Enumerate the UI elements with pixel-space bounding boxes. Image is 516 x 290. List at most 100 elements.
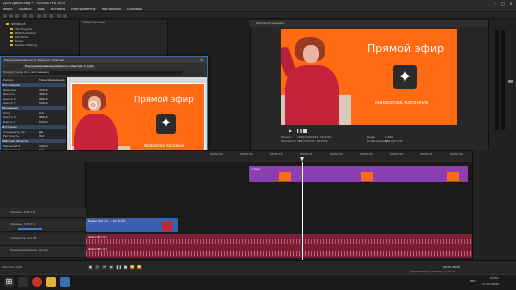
cut-icon[interactable] xyxy=(37,14,41,18)
menu-file[interactable]: Файл xyxy=(3,8,12,11)
prop-value[interactable]: Нет xyxy=(39,134,45,138)
section-header[interactable]: Рабочая область xyxy=(2,139,66,143)
pan-crop-title: Панорамирование и обрезка событий xyxy=(4,58,64,62)
redo-icon[interactable] xyxy=(63,14,67,18)
prop-value[interactable]: 720,0 xyxy=(39,88,48,92)
preview-info: Проект: 1920x1080x32, 29,970р Просмотр: … xyxy=(281,132,457,144)
mode-value[interactable]: Трансформация xyxy=(39,78,64,82)
clock-time: 14:57 xyxy=(490,277,499,280)
clip-thumbnail xyxy=(361,172,373,181)
new-project-icon[interactable] xyxy=(3,14,7,18)
folder-icon xyxy=(10,39,13,43)
maximize-icon[interactable]: □ xyxy=(500,1,506,6)
loop-icon[interactable]: ↻ xyxy=(95,265,100,270)
ruler-tick: 00:00:25 xyxy=(360,153,373,156)
language-indicator[interactable]: РУС xyxy=(470,280,476,283)
track-level: Уровень: 100,0 % xyxy=(10,211,36,214)
prop-value[interactable]: 960,0 xyxy=(39,115,48,119)
play-from-start-icon[interactable]: ⏮ xyxy=(102,265,107,270)
menu-options[interactable]: Настройки xyxy=(102,8,121,11)
vegas-icon[interactable] xyxy=(60,277,70,287)
track-pan: Панорамирование: Центр xyxy=(10,249,48,252)
prop-value[interactable]: 405,0 xyxy=(39,92,48,96)
record-icon[interactable]: ● xyxy=(88,265,93,270)
close-icon[interactable]: ✕ xyxy=(200,58,203,62)
track-header-audio[interactable]: Громкость: 0,0 dB xyxy=(0,234,86,246)
preview-video-frame[interactable]: Прямой эфир ✦ Nadezhda Koroleva xyxy=(281,29,457,125)
menu-help[interactable]: Справка xyxy=(127,8,142,11)
preview-sidebar xyxy=(258,28,278,125)
folder-icon xyxy=(10,35,13,39)
menu-insert[interactable]: Вставка xyxy=(51,8,65,11)
star-logo: ✦ xyxy=(156,114,176,134)
preset-dropdown[interactable]: (по умолчанию) xyxy=(23,70,183,75)
properties-icon[interactable] xyxy=(29,14,33,18)
section-header[interactable]: Вращение xyxy=(2,106,66,110)
search-icon[interactable] xyxy=(18,277,28,287)
prop-value[interactable]: 100,0 xyxy=(39,144,48,148)
transport-time: 00:00:48;26 xyxy=(443,266,461,269)
menu-view[interactable]: Вид xyxy=(38,8,45,11)
prop-row: Масштаб X 100,0 xyxy=(3,144,65,148)
minimize-icon[interactable]: – xyxy=(492,1,498,6)
prop-label: Масштаб X xyxy=(3,143,21,148)
menu-edit[interactable]: Правка xyxy=(19,8,32,11)
ruler-tick: 00:00:05 xyxy=(240,153,253,156)
clip-name: Файл 001 (1) xyxy=(88,246,107,251)
track-header-video[interactable]: Уровень: 100,0 % xyxy=(0,220,86,232)
render-icon[interactable] xyxy=(23,14,27,18)
tree-item[interactable]: Master Making xyxy=(10,43,37,47)
track-header-video[interactable]: Уровень: 100,0 % xyxy=(0,208,86,218)
crop-handle-icon[interactable] xyxy=(89,101,97,109)
prop-value[interactable]: 0,0 xyxy=(39,111,44,115)
timeline-area[interactable]: 1.mp4 Видео 001 (1) — 16-35 PC Файл 001 … xyxy=(86,162,472,260)
explorer-panel: NEWBLUE 3D Projects BMP Publisher AVI Po… xyxy=(0,20,80,56)
stop-icon[interactable]: ■ xyxy=(123,265,128,270)
go-to-start-icon[interactable]: ⏪ xyxy=(130,265,135,270)
volume-fader[interactable] xyxy=(508,80,513,83)
timeline-ruler[interactable]: 00:00:00 00:00:05 00:00:10 00:00:15 00:0… xyxy=(0,150,516,162)
prop-value[interactable]: Да xyxy=(39,130,43,134)
tree-item[interactable]: NEWBLUE xyxy=(6,22,26,26)
tree-item-label: NEWBLUE xyxy=(11,22,26,26)
explorer-icon[interactable] xyxy=(46,277,56,287)
tab-pan-crop[interactable]: Панорамирование/обрезка событий: 1.mp4 xyxy=(23,64,96,69)
play-icon[interactable]: ▶ xyxy=(109,265,114,270)
section-header[interactable]: Источник xyxy=(2,125,66,129)
star-logo: ✦ xyxy=(393,65,417,89)
close-icon[interactable]: ✕ xyxy=(508,1,514,6)
clip-name: Видео 001 (1) — 16-35 PC xyxy=(88,218,126,223)
track-headers: Уровень: 100,0 % Уровень: 100,0 % Громко… xyxy=(0,162,86,260)
section-header[interactable]: Положение xyxy=(2,83,66,87)
ruler-tick: 00:00:35 xyxy=(420,153,433,156)
video-clip[interactable]: 1.mp4 xyxy=(249,166,468,182)
level-slider[interactable] xyxy=(18,228,42,230)
prop-value[interactable]: 540,0 xyxy=(39,101,48,105)
info-project-value: 1920x1080x32, 29,970р xyxy=(297,136,332,139)
folder-icon xyxy=(10,27,13,31)
track-header-audio[interactable]: Панорамирование: Центр xyxy=(0,246,86,258)
info-frame-value: 1 466 xyxy=(385,136,394,139)
windows-start-icon[interactable]: ⊞ xyxy=(4,277,14,287)
paste-icon[interactable] xyxy=(49,14,53,18)
ruler-tick: 00:00:40 xyxy=(450,153,463,156)
undo-icon[interactable] xyxy=(57,14,61,18)
audio-clip[interactable]: Файл 001 (1) xyxy=(86,234,472,246)
open-icon[interactable] xyxy=(9,14,13,18)
video-clip[interactable]: Видео 001 (1) — 16-35 PC xyxy=(86,218,178,232)
copy-icon[interactable] xyxy=(43,14,47,18)
prop-value[interactable]: 540,0 xyxy=(39,120,48,124)
tree-item-label: Master Making xyxy=(15,43,38,47)
go-to-end-icon[interactable]: ⏩ xyxy=(137,265,142,270)
timeline-side-panel xyxy=(472,150,516,260)
prop-row: Ширина 720,0 xyxy=(3,88,65,92)
menu-tools[interactable]: Инструменты xyxy=(71,8,95,11)
clip-name: 1.mp4 xyxy=(251,166,260,171)
pause-icon[interactable]: ❚❚ xyxy=(116,265,122,270)
audio-clip[interactable]: Файл 001 (1) xyxy=(86,246,472,258)
mode-label: Режим xyxy=(3,78,14,82)
face-shape xyxy=(303,45,319,63)
opera-icon[interactable] xyxy=(32,277,42,287)
prop-value[interactable]: 960,0 xyxy=(39,97,48,101)
save-icon[interactable] xyxy=(15,14,19,18)
